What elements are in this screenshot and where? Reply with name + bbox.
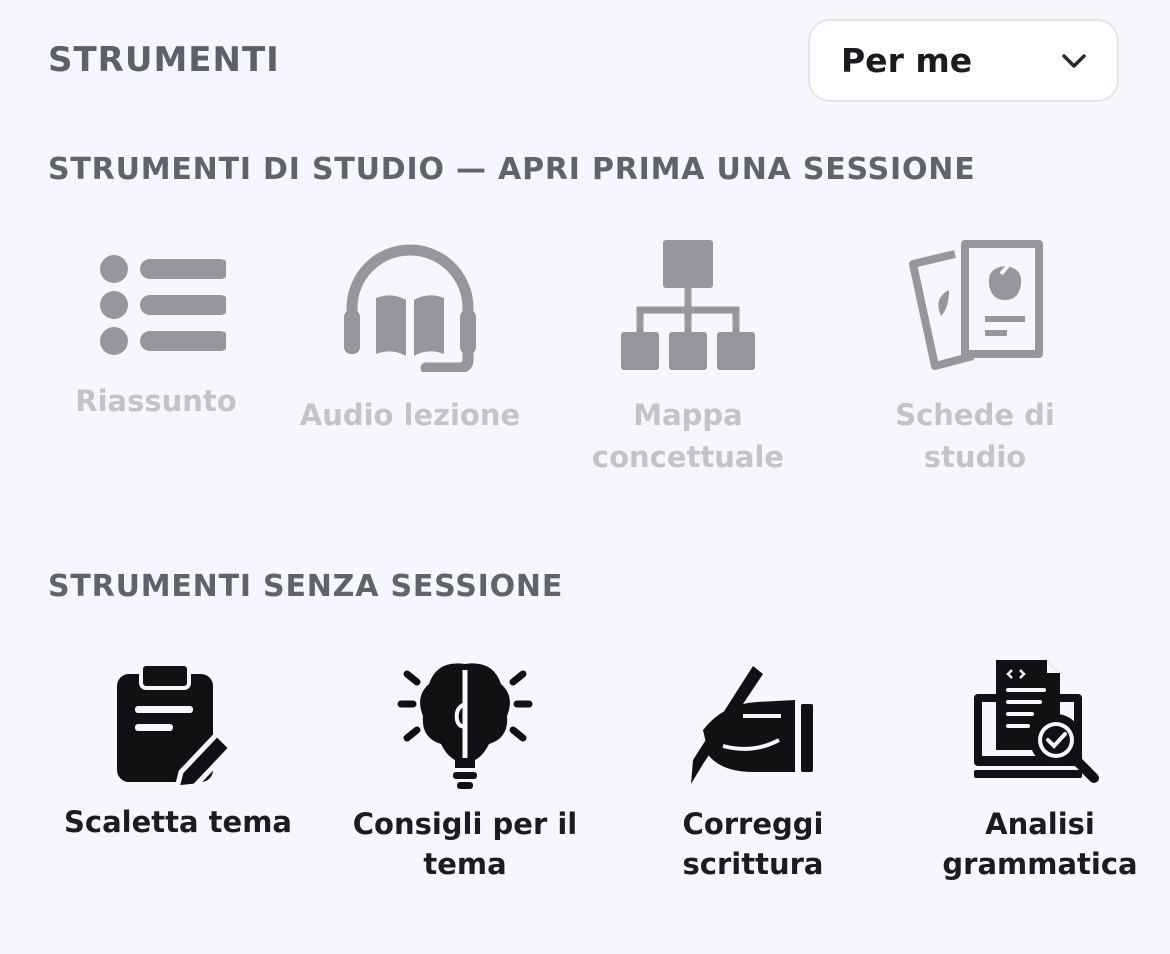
tool-mappa-concettuale[interactable]: Mappa concettuale — [558, 238, 818, 478]
dropdown-value: Per me — [841, 41, 973, 80]
page-title: STRUMENTI — [48, 40, 280, 80]
brain-bulb-icon — [397, 663, 533, 789]
tool-consigli-per-il-tema[interactable]: Consigli per il tema — [335, 660, 595, 884]
tool-label: Scaletta tema — [64, 805, 292, 839]
tool-label: Correggi scrittura — [682, 807, 824, 881]
list-icon — [100, 255, 226, 355]
hand-writing-icon — [691, 666, 813, 784]
tool-schede-di-studio[interactable]: Schede di studio — [845, 238, 1105, 478]
chevron-down-icon — [1062, 53, 1086, 68]
free-tools-title: STRUMENTI SENZA SESSIONE — [48, 569, 564, 604]
headphones-book-icon — [344, 244, 476, 372]
tool-label: Mappa concettuale — [591, 398, 785, 474]
tool-correggi-scrittura[interactable]: Correggi scrittura — [623, 660, 883, 884]
tool-label: Riassunto — [75, 384, 237, 418]
tool-riassunto[interactable]: Riassunto — [26, 238, 286, 422]
study-tools-title: STRUMENTI DI STUDIO — APRI PRIMA UNA SES… — [48, 152, 976, 187]
tool-label: Consigli per il tema — [352, 807, 578, 881]
flashcards-icon — [909, 240, 1043, 370]
tool-label: Schede di studio — [895, 398, 1055, 474]
clipboard-pencil-icon — [117, 662, 234, 788]
tool-label: Audio lezione — [299, 398, 521, 432]
concept-map-icon — [621, 240, 755, 370]
tool-audio-lezione[interactable]: Audio lezione — [280, 238, 540, 436]
audience-dropdown[interactable]: Per me — [808, 19, 1119, 102]
tool-analisi-grammatica[interactable]: Analisi grammatica — [910, 660, 1170, 884]
tool-scaletta-tema[interactable]: Scaletta tema — [48, 660, 308, 842]
tool-label: Analisi grammatica — [942, 807, 1138, 881]
document-magnifier-icon — [974, 660, 1099, 783]
